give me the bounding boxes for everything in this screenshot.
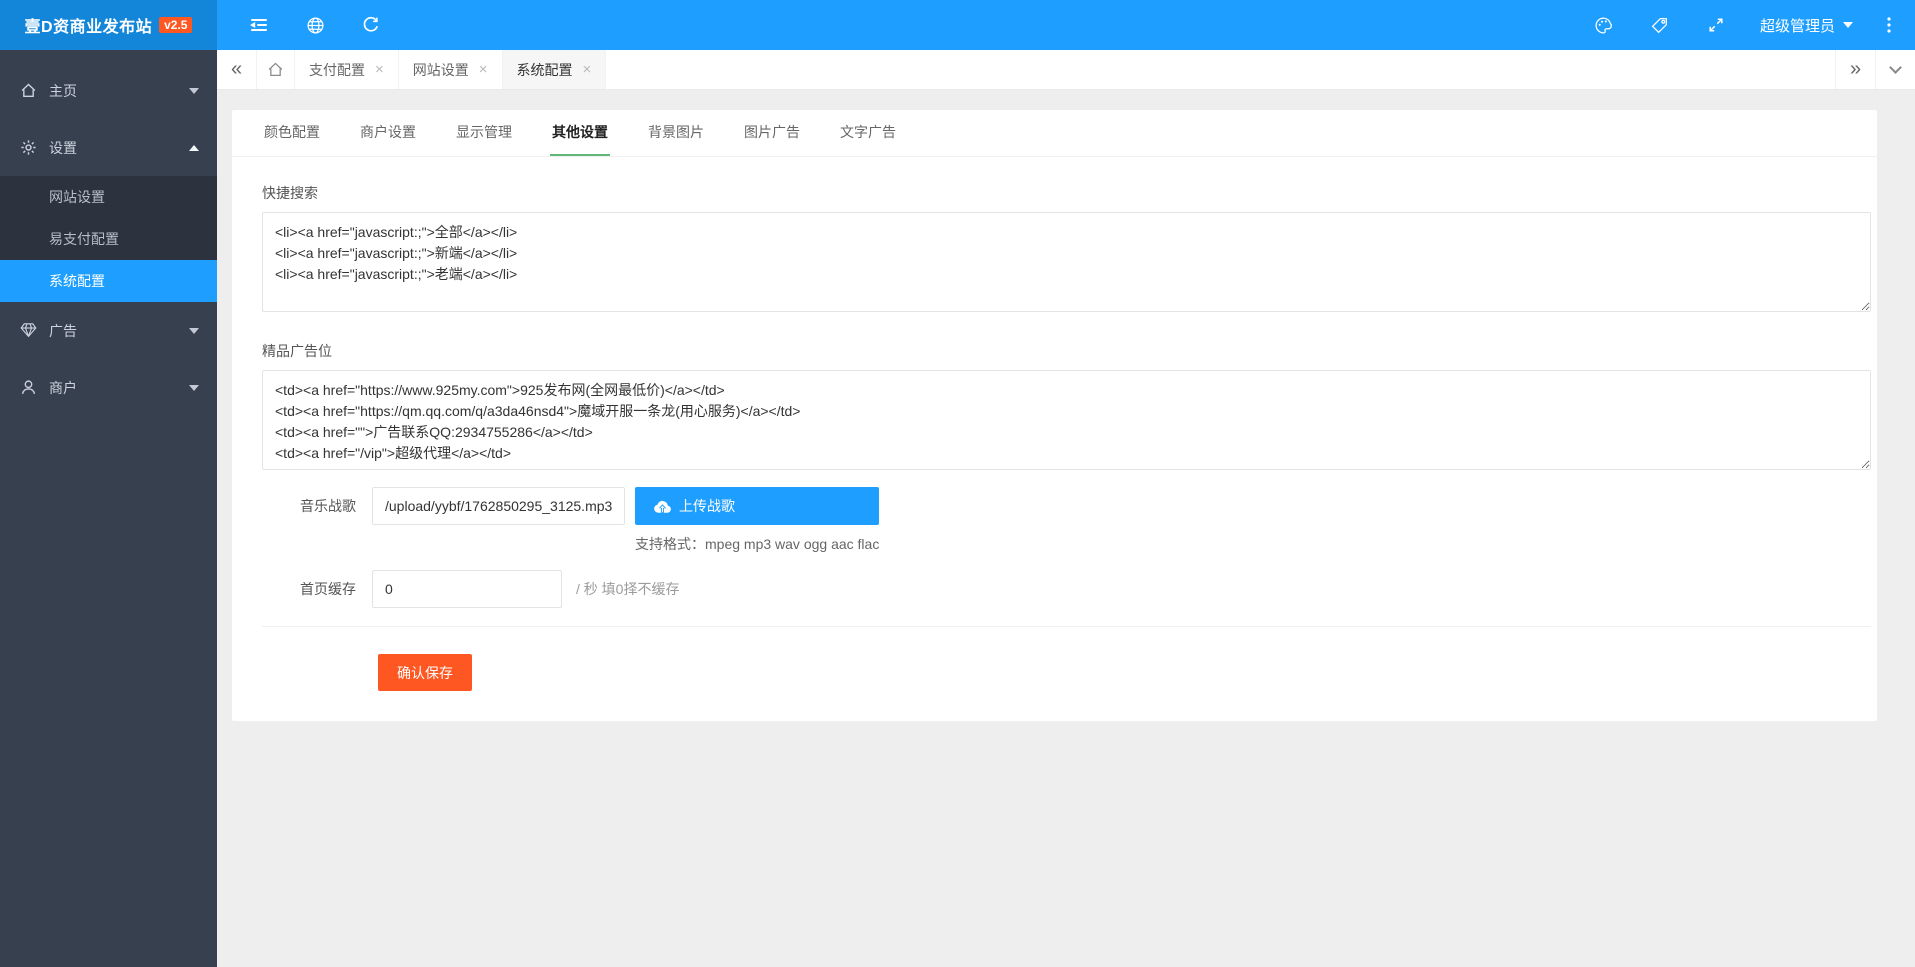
diamond-icon [20,322,37,339]
upload-music-label: 上传战歌 [679,498,735,514]
tab-label: 支付配置 [309,61,365,78]
tab-other-settings[interactable]: 其他设置 [550,122,610,156]
version-badge: v2.5 [159,17,193,33]
cache-label: 首页缓存 [300,581,356,597]
sidebar-item-settings[interactable]: 设置 [0,119,217,176]
upload-music-button[interactable]: 上传战歌 [635,487,880,525]
globe-icon[interactable] [287,0,343,50]
tab-merchant-settings[interactable]: 商户设置 [358,122,418,156]
cache-hint: / 秒 填0择不缓存 [576,581,680,597]
music-path-input[interactable] [372,487,625,525]
music-label: 音乐战歌 [300,498,356,514]
premium-ads-textarea[interactable]: <td><a href="https://www.925my.com">925发… [262,370,1871,470]
sidebar-item-merchants[interactable]: 商户 [0,359,217,416]
chevron-down-icon [189,327,199,339]
close-icon[interactable]: × [479,62,488,77]
more-vertical-icon[interactable] [1869,0,1909,50]
tab-text-ads[interactable]: 文字广告 [838,122,898,156]
tab-system-config[interactable]: 系统配置 × [502,50,607,89]
tabs-menu-icon[interactable] [1875,50,1915,89]
chevron-down-icon [189,384,199,396]
sidebar-item-label: 主页 [49,82,77,99]
tab-label: 网站设置 [412,61,469,78]
tag-icon[interactable] [1632,0,1688,50]
sidebar-item-label: 商户 [49,379,77,396]
quick-search-textarea[interactable]: <li><a href="javascript:;">全部</a></li> <… [262,212,1871,312]
user-icon [20,379,37,396]
page-tabbar: « 支付配置 × 网站设置 × 系统配置 × » [217,50,1915,90]
cache-seconds-input[interactable] [372,570,562,608]
tab-display-management[interactable]: 显示管理 [454,122,514,156]
sidebar-item-home[interactable]: 主页 [0,62,217,119]
music-format-hint: 支持格式：mpeg mp3 wav ogg aac flac [635,536,880,552]
user-menu[interactable]: 超级管理员 [1744,0,1869,50]
close-icon[interactable]: × [375,62,384,77]
top-header: 超级管理员 [217,0,1915,50]
chevron-up-icon [189,140,199,151]
tabbar-spacer [606,50,1835,89]
collapse-menu-icon[interactable] [231,0,287,50]
tabs-scroll-right-icon[interactable]: » [1835,50,1875,89]
sidebar-item-website-settings[interactable]: 网站设置 [0,176,217,218]
palette-icon[interactable] [1576,0,1632,50]
settings-tabs: 颜色配置 商户设置 显示管理 其他设置 背景图片 图片广告 文字广告 [232,110,1877,157]
other-settings-form: 快捷搜索 <li><a href="javascript:;">全部</a></… [232,183,1877,691]
home-icon [20,82,37,99]
quick-search-label: 快捷搜索 [262,185,318,201]
tab-background-images[interactable]: 背景图片 [646,122,706,156]
tab-image-ads[interactable]: 图片广告 [742,122,802,156]
fullscreen-icon[interactable] [1688,0,1744,50]
home-tab[interactable] [257,50,295,89]
sidebar-item-epay-config[interactable]: 易支付配置 [0,218,217,260]
chevron-down-icon [189,87,199,99]
sidebar-item-label: 广告 [49,322,77,339]
tab-website-settings[interactable]: 网站设置 × [399,50,503,89]
chevron-down-icon [1843,22,1853,33]
tab-label: 系统配置 [516,61,573,78]
sidebar-item-system-config[interactable]: 系统配置 [0,260,217,302]
settings-card: 颜色配置 商户设置 显示管理 其他设置 背景图片 图片广告 文字广告 快捷搜索 … [232,110,1877,721]
premium-ads-label: 精品广告位 [262,343,332,359]
home-icon [268,62,283,76]
app-logo: 壹D资商业发布站 v2.5 [0,0,217,50]
form-divider [262,626,1871,627]
sidebar: 壹D资商业发布站 v2.5 主页 设置 网站设置 易支付配置 系统配置 广告 商… [0,0,217,967]
tab-payment-config[interactable]: 支付配置 × [295,50,399,89]
save-button[interactable]: 确认保存 [378,654,472,691]
gear-icon [20,139,37,156]
app-title: 壹D资商业发布站 [24,19,153,36]
sidebar-item-label: 设置 [49,139,77,156]
close-icon[interactable]: × [583,62,592,77]
tabs-scroll-left-icon[interactable]: « [217,50,257,89]
user-name: 超级管理员 [1759,17,1835,35]
main-content: 颜色配置 商户设置 显示管理 其他设置 背景图片 图片广告 文字广告 快捷搜索 … [217,91,1915,967]
tab-color-config[interactable]: 颜色配置 [262,122,322,156]
refresh-icon[interactable] [343,0,399,50]
settings-submenu: 网站设置 易支付配置 系统配置 [0,176,217,302]
sidebar-item-ads[interactable]: 广告 [0,302,217,359]
cloud-upload-icon [654,500,671,513]
